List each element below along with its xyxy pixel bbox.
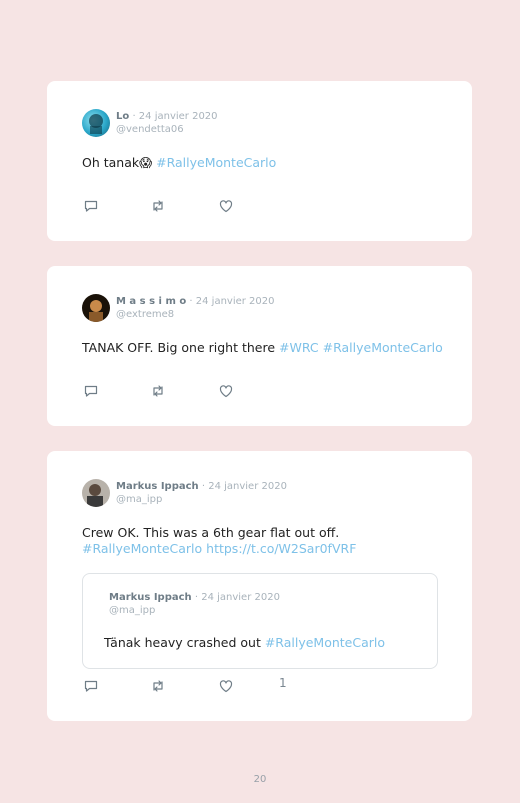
avatar[interactable]	[82, 109, 110, 137]
reply-icon[interactable]	[83, 383, 99, 399]
retweet-icon[interactable]	[150, 678, 166, 694]
like-icon[interactable]	[218, 678, 234, 694]
avatar-image-icon	[89, 114, 103, 134]
tweet-card-2: M a s s i m o · 24 janvier 2020 @extreme…	[47, 266, 472, 426]
avatar[interactable]	[82, 479, 110, 507]
reply-icon[interactable]	[83, 198, 99, 214]
reply-icon[interactable]	[83, 678, 99, 694]
tweet-date[interactable]: · 24 janvier 2020	[189, 296, 274, 307]
tweet-text: Crew OK. This was a 6th gear flat out of…	[82, 525, 356, 557]
quote-meta: Markus Ippach · 24 janvier 2020 @ma_ipp	[109, 591, 280, 617]
tweet-text: Oh tanak😱 #RallyeMonteCarlo	[82, 155, 276, 171]
retweet-icon[interactable]	[150, 198, 166, 214]
like-icon[interactable]	[218, 383, 234, 399]
avatar-image-icon	[87, 484, 103, 507]
tweet-card-1: Lo · 24 janvier 2020 @vendetta06 Oh tana…	[47, 81, 472, 241]
tweet-date[interactable]: · 24 janvier 2020	[202, 481, 287, 492]
quote-hashtag-link[interactable]: #RallyeMonteCarlo	[265, 635, 385, 650]
tweet-date[interactable]: · 24 janvier 2020	[132, 111, 217, 122]
quote-date[interactable]: · 24 janvier 2020	[195, 592, 280, 603]
hashtag-link[interactable]: #RallyeMonteCarlo	[156, 155, 276, 170]
author-name[interactable]: M a s s i m o	[116, 296, 186, 307]
quote-body: Tänak heavy crashed out	[104, 635, 265, 650]
quoted-tweet[interactable]: Markus Ippach · 24 janvier 2020 @ma_ipp …	[82, 573, 438, 669]
like-icon[interactable]	[218, 198, 234, 214]
hashtag-link[interactable]: #WRC #RallyeMonteCarlo	[279, 340, 443, 355]
quote-author-handle[interactable]: @ma_ipp	[109, 604, 280, 617]
tweet-body: Oh tanak😱	[82, 155, 157, 170]
author-name[interactable]: Markus Ippach	[116, 481, 199, 492]
tweet-card-3: Markus Ippach · 24 janvier 2020 @ma_ipp …	[47, 451, 472, 721]
tweet-meta: M a s s i m o · 24 janvier 2020 @extreme…	[116, 295, 275, 321]
avatar[interactable]	[82, 294, 110, 322]
quote-text: Tänak heavy crashed out #RallyeMonteCarl…	[104, 635, 385, 651]
like-count: 1	[279, 676, 287, 690]
quote-author-name[interactable]: Markus Ippach	[109, 592, 192, 603]
tweet-text: TANAK OFF. Big one right there #WRC #Ral…	[82, 340, 443, 356]
author-handle[interactable]: @vendetta06	[116, 123, 218, 136]
tweet-meta: Markus Ippach · 24 janvier 2020 @ma_ipp	[116, 480, 287, 506]
retweet-icon[interactable]	[150, 383, 166, 399]
avatar-image-icon	[89, 300, 103, 322]
author-name[interactable]: Lo	[116, 111, 129, 122]
tweet-body: Crew OK. This was a 6th gear flat out of…	[82, 525, 340, 540]
tweet-meta: Lo · 24 janvier 2020 @vendetta06	[116, 110, 218, 136]
page-number: 20	[253, 774, 267, 785]
hashtag-link[interactable]: #RallyeMonteCarlo https://t.co/W2Sar0fVR…	[82, 541, 356, 556]
tweet-body: TANAK OFF. Big one right there	[82, 340, 280, 355]
author-handle[interactable]: @ma_ipp	[116, 493, 287, 506]
author-handle[interactable]: @extreme8	[116, 308, 275, 321]
